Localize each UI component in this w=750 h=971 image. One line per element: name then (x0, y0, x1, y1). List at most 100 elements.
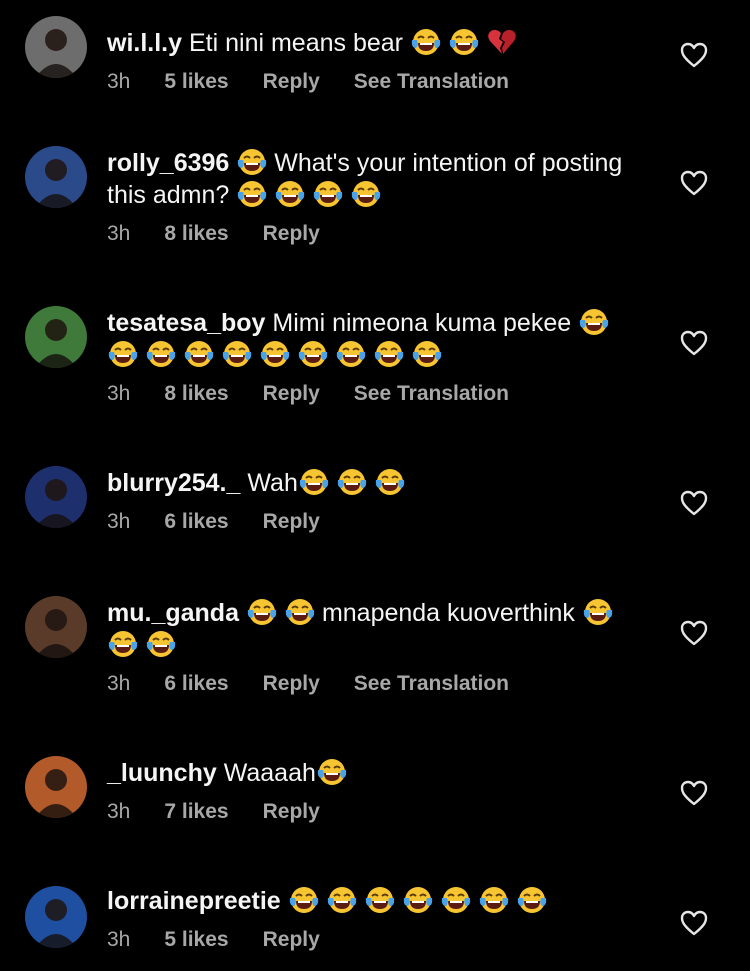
broken-heart-icon (486, 26, 518, 58)
comment-likes[interactable]: 5 likes (164, 70, 228, 94)
avatar[interactable] (25, 466, 87, 528)
comment-username[interactable]: mu._ganda (107, 599, 239, 627)
comment-meta: 3h 7 likes Reply (107, 800, 640, 824)
like-heart-icon[interactable] (680, 170, 708, 196)
like-heart-icon[interactable] (680, 490, 708, 516)
avatar[interactable] (25, 146, 87, 208)
comment-message: Eti nini means bear (188, 29, 403, 57)
reply-button[interactable]: Reply (263, 222, 320, 246)
avatar[interactable] (25, 596, 87, 658)
reply-button[interactable]: Reply (263, 70, 320, 94)
laughing-tears-icon (297, 338, 329, 370)
comment-text: rolly_6396 What's your intention of post… (107, 146, 640, 210)
laughing-tears-icon (374, 466, 406, 498)
laughing-tears-icon (402, 884, 434, 916)
comment-likes[interactable]: 6 likes (164, 510, 228, 534)
comment-username[interactable]: lorrainepreetie (107, 887, 281, 915)
comment-meta: 3h 5 likes Reply See Translation (107, 70, 640, 94)
comment-text: _luunchy Waaaah (107, 756, 640, 788)
emoji-group (246, 599, 322, 627)
comment-text: wi.l.l.y Eti nini means bear (107, 26, 640, 58)
comment-meta: 3h 8 likes Reply See Translation (107, 382, 640, 406)
like-heart-icon[interactable] (680, 42, 708, 68)
laughing-tears-icon (284, 596, 316, 628)
laughing-tears-icon (259, 338, 291, 370)
laughing-tears-icon (183, 338, 215, 370)
like-heart-icon[interactable] (680, 780, 708, 806)
comment-message: mnapenda kuoverthink (321, 599, 575, 627)
comment-body: lorrainepreetie 3h 5 likes Reply (107, 884, 640, 952)
laughing-tears-icon (246, 596, 278, 628)
laughing-tears-icon (373, 338, 405, 370)
comment-likes[interactable]: 6 likes (164, 672, 228, 696)
laughing-tears-icon (221, 338, 253, 370)
emoji-group (288, 887, 554, 915)
comment-meta: 3h 6 likes Reply See Translation (107, 672, 640, 696)
comment-time: 3h (107, 510, 131, 533)
laughing-tears-icon (145, 628, 177, 660)
laughing-tears-icon (578, 306, 610, 338)
comment-username[interactable]: _luunchy (107, 759, 217, 787)
comment-likes[interactable]: 8 likes (164, 382, 228, 406)
avatar[interactable] (25, 886, 87, 948)
laughing-tears-icon (448, 26, 480, 58)
laughing-tears-icon (478, 884, 510, 916)
avatar[interactable] (25, 756, 87, 818)
like-heart-icon[interactable] (680, 910, 708, 936)
laughing-tears-icon (145, 338, 177, 370)
comment-body: rolly_6396 What's your intention of post… (107, 146, 640, 246)
comment-message: Waaaah (223, 759, 316, 787)
comment-username[interactable]: wi.l.l.y (107, 29, 182, 57)
see-translation-button[interactable]: See Translation (354, 70, 509, 94)
see-translation-button[interactable]: See Translation (354, 382, 509, 406)
laughing-tears-icon (326, 884, 358, 916)
laughing-tears-icon (582, 596, 614, 628)
emoji-group (236, 149, 274, 177)
laughing-tears-icon (274, 178, 306, 210)
laughing-tears-icon (288, 884, 320, 916)
comment-text: mu._ganda mnapenda kuoverthink (107, 596, 640, 660)
laughing-tears-icon (312, 178, 344, 210)
avatar[interactable] (25, 306, 87, 368)
comment-body: mu._ganda mnapenda kuoverthink 3h 6 like… (107, 596, 640, 696)
laughing-tears-icon (236, 146, 268, 178)
comment-likes[interactable]: 7 likes (164, 800, 228, 824)
comment-time: 3h (107, 222, 131, 245)
comment-username[interactable]: rolly_6396 (107, 149, 229, 177)
comment-time: 3h (107, 928, 131, 951)
comment-meta: 3h 8 likes Reply (107, 222, 640, 246)
like-heart-icon[interactable] (680, 620, 708, 646)
comment-username[interactable]: tesatesa_boy (107, 309, 265, 337)
comment-time: 3h (107, 672, 131, 695)
comment-username[interactable]: blurry254._ (107, 469, 240, 497)
avatar[interactable] (25, 16, 87, 78)
comment-body: _luunchy Waaaah 3h 7 likes Reply (107, 756, 640, 824)
emoji-group (316, 759, 354, 787)
laughing-tears-icon (411, 338, 443, 370)
reply-button[interactable]: Reply (263, 672, 320, 696)
comment-likes[interactable]: 8 likes (164, 222, 228, 246)
comment-text: blurry254._ Wah (107, 466, 640, 498)
laughing-tears-icon (107, 338, 139, 370)
laughing-tears-icon (298, 466, 330, 498)
laughing-tears-icon (335, 338, 367, 370)
reply-button[interactable]: Reply (263, 800, 320, 824)
laughing-tears-icon (410, 26, 442, 58)
emoji-group (410, 29, 524, 57)
laughing-tears-icon (336, 466, 368, 498)
laughing-tears-icon (316, 756, 348, 788)
comment-text: lorrainepreetie (107, 884, 640, 916)
comments-list: wi.l.l.y Eti nini means bear 3h 5 likes … (0, 0, 750, 971)
laughing-tears-icon (236, 178, 268, 210)
comment-likes[interactable]: 5 likes (164, 928, 228, 952)
reply-button[interactable]: Reply (263, 382, 320, 406)
laughing-tears-icon (364, 884, 396, 916)
laughing-tears-icon (350, 178, 382, 210)
laughing-tears-icon (107, 628, 139, 660)
comment-time: 3h (107, 800, 131, 823)
like-heart-icon[interactable] (680, 330, 708, 356)
see-translation-button[interactable]: See Translation (354, 672, 509, 696)
comment-meta: 3h 6 likes Reply (107, 510, 640, 534)
reply-button[interactable]: Reply (263, 928, 320, 952)
reply-button[interactable]: Reply (263, 510, 320, 534)
